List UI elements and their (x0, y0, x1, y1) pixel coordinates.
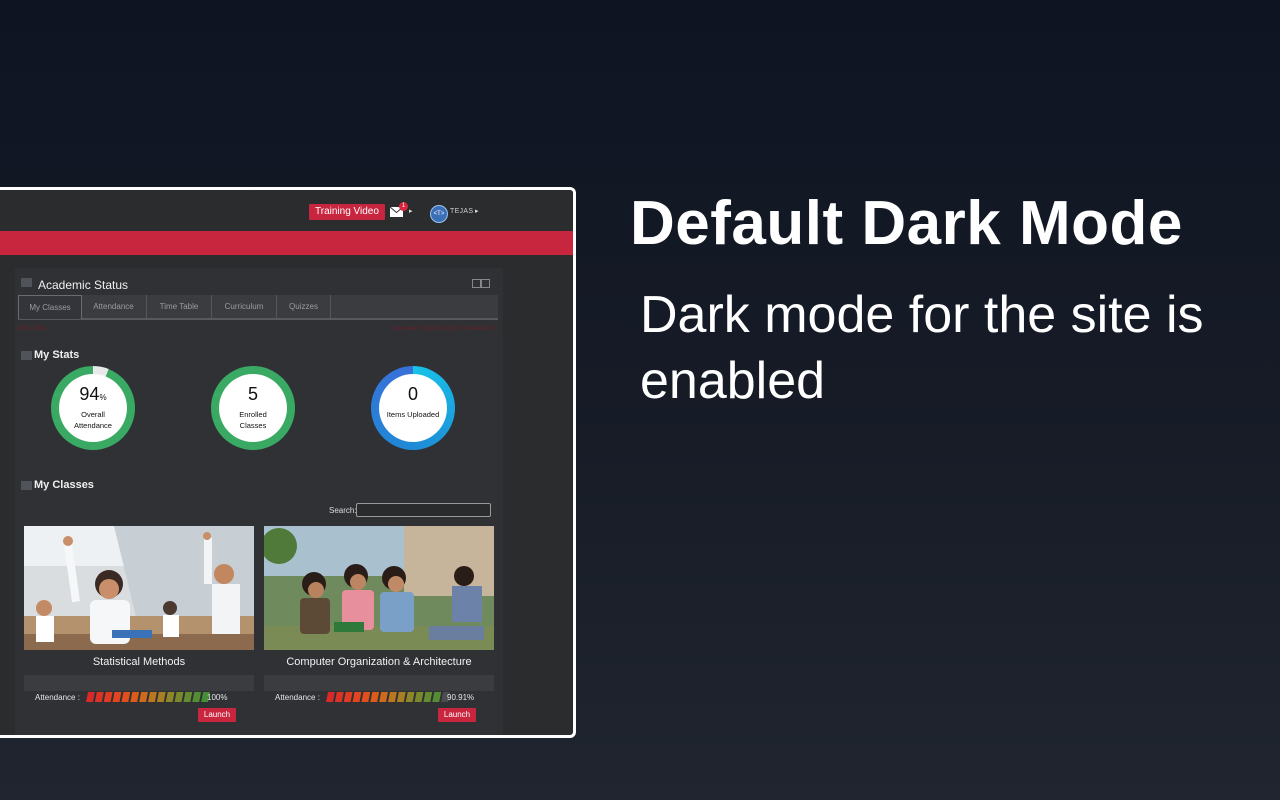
tab-curriculum[interactable]: Curriculum (212, 295, 277, 318)
attendance-label: Attendance : (275, 693, 320, 702)
class-card[interactable]: Computer Organization & Architecture Att… (264, 526, 494, 726)
card-strip (264, 675, 494, 691)
browser-screenshot-frame: Training Video 1 ▸ <T> TEJAS ▸ Academic … (0, 187, 576, 738)
stat-value: 0 (407, 384, 418, 404)
attendance-segment (334, 692, 344, 702)
launch-button[interactable]: Launch (198, 708, 236, 722)
panel-icon (21, 278, 32, 287)
stat-value: 94 (79, 384, 100, 404)
stat-label: Overall Attendance (74, 410, 112, 430)
stat-label: Enrolled Classes (239, 410, 267, 430)
attendance-segment (432, 692, 442, 702)
notification-badge: 1 (399, 202, 408, 211)
attendance-segment (139, 692, 148, 702)
training-video-button[interactable]: Training Video (309, 204, 385, 220)
minimize-icon[interactable] (472, 279, 481, 288)
stat-items-uploaded: 0 Items Uploaded (371, 366, 455, 450)
attendance-bar (86, 692, 210, 702)
semester-label: Semester III (2023-24) to 3 Semester III (391, 326, 497, 332)
stat-overall-attendance: 94% Overall Attendance (51, 366, 135, 450)
attendance-segment (121, 692, 131, 702)
user-avatar[interactable]: <T> (430, 205, 448, 223)
tab-time-table[interactable]: Time Table (147, 295, 212, 318)
collapse-icon[interactable] (481, 279, 490, 288)
tab-quizzes[interactable]: Quizzes (277, 295, 331, 318)
attendance-segment (361, 692, 371, 702)
attendance-bar (326, 692, 450, 702)
classes-icon (21, 481, 32, 490)
stat-value: 5 (247, 384, 258, 404)
class-name[interactable]: Statistical Methods (24, 656, 254, 668)
attendance-segment (423, 692, 433, 702)
stat-unit: % (99, 393, 107, 402)
panel-header: Academic Status (15, 268, 503, 294)
attendance-segment (388, 692, 397, 702)
top-bar: Training Video 1 ▸ <T> TEJAS ▸ (0, 190, 573, 228)
stat-label: Items Uploaded (386, 410, 440, 419)
attendance-segment (396, 692, 406, 702)
attendance-segment (183, 692, 193, 702)
attendance-segment (148, 692, 157, 702)
attendance-segment (130, 692, 140, 702)
attendance-segment (370, 692, 380, 702)
my-stats-title: My Stats (34, 349, 80, 361)
class-name[interactable]: Computer Organization & Architecture (264, 656, 494, 668)
attendance-percent: 100% (207, 693, 228, 702)
card-strip (24, 675, 254, 691)
attendance-segment (405, 692, 415, 702)
attendance-segment (112, 692, 122, 702)
attendance-segment (156, 692, 166, 702)
launch-button[interactable]: Launch (438, 708, 476, 722)
panel-title: Academic Status (38, 278, 129, 292)
attendance-segment (174, 692, 184, 702)
tab-attendance[interactable]: Attendance (81, 295, 147, 318)
class-image (24, 526, 254, 650)
user-name[interactable]: TEJAS (450, 208, 473, 215)
attendance-label: Attendance : (35, 693, 80, 702)
search-label: Search: (329, 506, 357, 515)
headline: Default Dark Mode (630, 189, 1183, 258)
class-image (264, 526, 494, 650)
attendance-segment (343, 692, 353, 702)
attendance-segment (192, 692, 202, 702)
subheadline: Dark mode for the site is enabled (640, 286, 1204, 410)
my-classes-title: My Classes (34, 479, 94, 491)
nav-red-bar (0, 231, 573, 255)
tab-my-classes[interactable]: My Classes (18, 295, 82, 319)
mail-caret-icon[interactable]: ▸ (409, 207, 413, 215)
stat-enrolled-classes: 5 Enrolled Classes (211, 366, 295, 450)
attendance-segment (165, 692, 175, 702)
attendance-segment (379, 692, 388, 702)
user-caret-icon[interactable]: ▸ (475, 207, 479, 215)
stats-chart-icon (21, 351, 32, 360)
attendance-segment (103, 692, 113, 702)
class-card[interactable]: Statistical Methods Attendance : 100% La… (24, 526, 254, 726)
attendance-percent: 90.91% (447, 693, 475, 702)
attendance-segment (86, 692, 95, 702)
search-input[interactable] (356, 503, 491, 517)
attendance-segment (326, 692, 335, 702)
attendance-segment (94, 692, 104, 702)
attendance-segment (414, 692, 424, 702)
tab-bar: My Classes Attendance Time Table Curricu… (18, 295, 498, 320)
attendance-segment (352, 692, 362, 702)
session-label: 2023-2024 (17, 326, 46, 332)
